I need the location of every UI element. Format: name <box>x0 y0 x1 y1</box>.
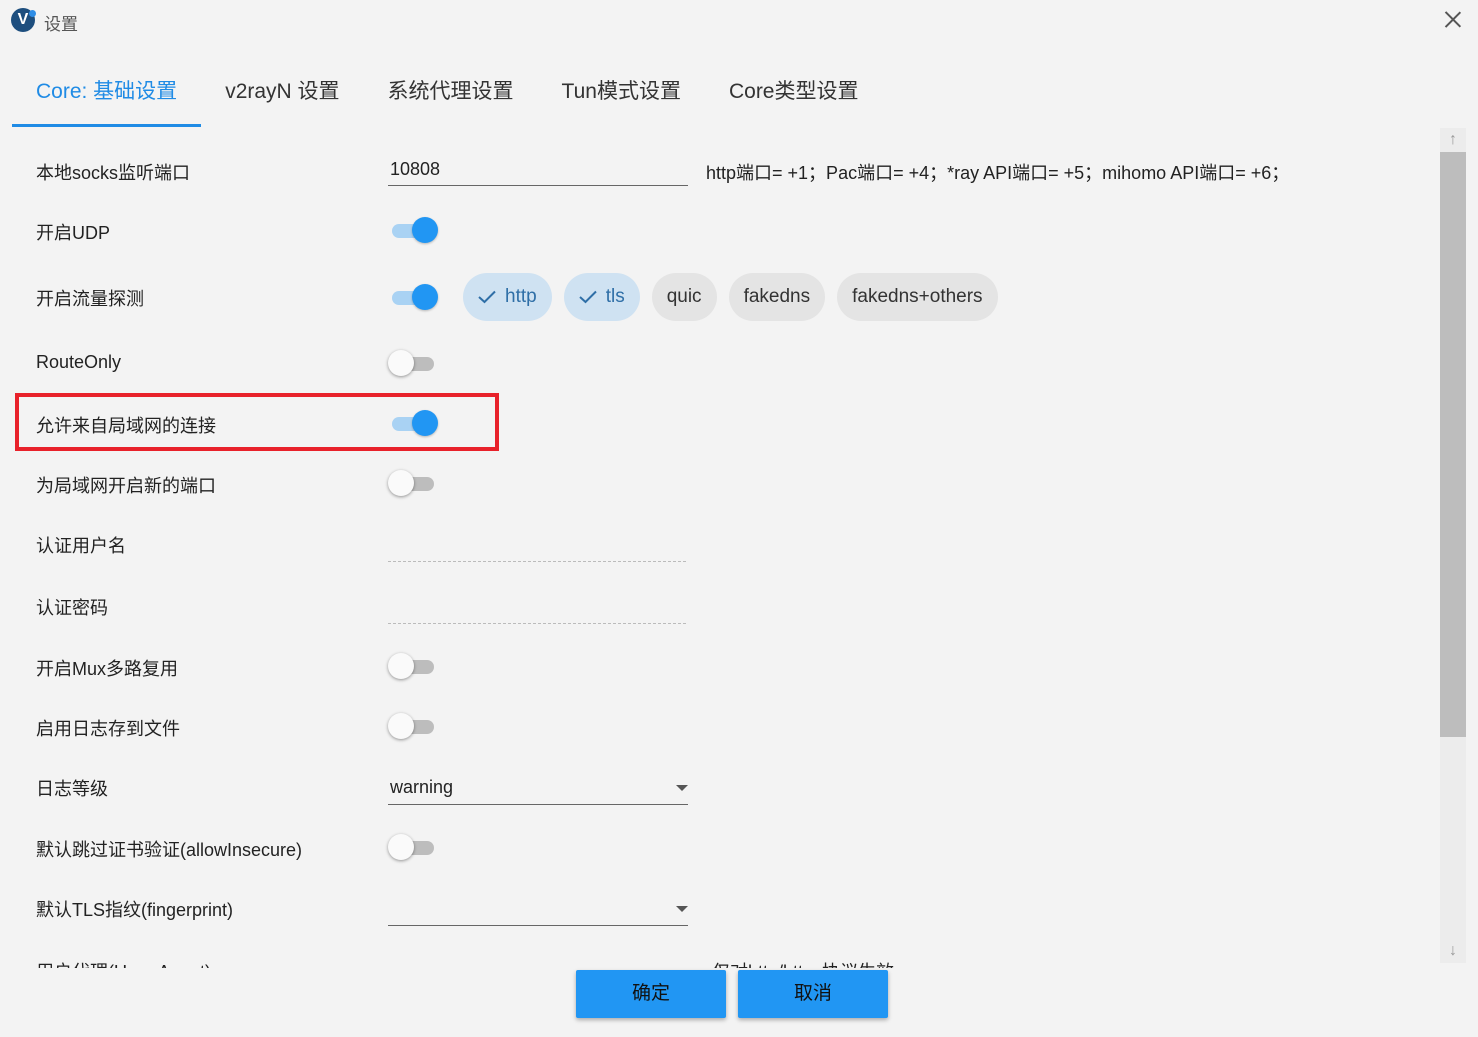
log-level-select[interactable]: warning <box>388 773 688 805</box>
socks-port-label: 本地socks监听端口 <box>36 163 191 183</box>
socks-port-input[interactable]: 10808 <box>388 156 688 186</box>
title-bar: V 设置 <box>0 0 1478 42</box>
chip-quic[interactable]: quic <box>651 273 717 321</box>
route-only-toggle[interactable] <box>388 348 436 378</box>
close-icon[interactable] <box>1442 8 1464 30</box>
highlight-box <box>15 393 499 451</box>
mux-toggle[interactable] <box>388 651 436 681</box>
auth-pass-input[interactable] <box>388 594 686 624</box>
ok-button[interactable]: 确定 <box>576 970 726 1018</box>
lan-new-port-toggle[interactable] <box>388 468 436 498</box>
sniffing-label: 开启流量探测 <box>36 289 144 309</box>
chip-label: http <box>505 286 537 307</box>
udp-label: 开启UDP <box>36 223 111 243</box>
fingerprint-label: 默认TLS指纹(fingerprint) <box>36 900 234 920</box>
log-to-file-toggle[interactable] <box>388 711 436 741</box>
scroll-up-arrow-icon[interactable]: ↑ <box>1440 128 1466 152</box>
chip-label: fakedns+others <box>852 286 983 307</box>
scroll-thumb[interactable] <box>1440 152 1466 737</box>
sniffing-chips: http tls quic fakedns fakedns+others <box>463 273 998 321</box>
log-level-label: 日志等级 <box>36 779 108 799</box>
tab-tun-mode[interactable]: Tun模式设置 <box>538 68 705 126</box>
check-icon <box>478 290 496 304</box>
tab-core-type[interactable]: Core类型设置 <box>705 68 883 126</box>
auth-user-input[interactable] <box>388 532 686 562</box>
window-title: 设置 <box>44 15 78 34</box>
sniffing-toggle[interactable] <box>388 282 438 312</box>
port-hint-text: http端口= +1；Pac端口= +4；*ray API端口= +5；miho… <box>706 163 1290 183</box>
chip-fakedns-others[interactable]: fakedns+others <box>837 273 998 321</box>
auth-pass-label: 认证密码 <box>36 598 108 618</box>
udp-toggle[interactable] <box>388 215 438 245</box>
dropdown-arrow-icon <box>676 785 688 791</box>
user-agent-label-partial: 用户代理(User-Agent) <box>36 958 211 968</box>
tab-bar: Core: 基础设置 v2rayN 设置 系统代理设置 Tun模式设置 Core… <box>12 68 883 128</box>
vertical-scrollbar[interactable]: ↑ ↓ <box>1440 128 1466 963</box>
fingerprint-select[interactable] <box>388 894 688 926</box>
scroll-down-arrow-icon[interactable]: ↓ <box>1440 939 1466 963</box>
chip-fakedns[interactable]: fakedns <box>728 273 826 321</box>
dropdown-arrow-icon <box>676 906 688 912</box>
tab-system-proxy[interactable]: 系统代理设置 <box>364 68 538 126</box>
log-level-value: warning <box>390 777 454 797</box>
log-to-file-label: 启用日志存到文件 <box>36 719 180 739</box>
chip-label: tls <box>605 286 625 307</box>
route-only-label: RouteOnly <box>36 352 122 372</box>
check-icon <box>579 290 597 304</box>
allow-insecure-label: 默认跳过证书验证(allowInsecure) <box>36 840 303 860</box>
mux-label: 开启Mux多路复用 <box>36 659 179 679</box>
cancel-button[interactable]: 取消 <box>738 970 888 1018</box>
user-agent-hint-partial: 仅对http/https协议生效 <box>712 958 894 968</box>
tab-core-basic[interactable]: Core: 基础设置 <box>12 68 202 127</box>
tab-v2rayn[interactable]: v2rayN 设置 <box>201 68 363 126</box>
chip-http[interactable]: http <box>463 273 552 321</box>
chip-label: fakedns <box>743 286 811 307</box>
settings-panel: 本地socks监听端口 10808 http端口= +1；Pac端口= +4；*… <box>0 128 1438 963</box>
chip-label: quic <box>666 286 702 307</box>
app-logo-icon: V <box>11 8 36 32</box>
lan-new-port-label: 为局域网开启新的端口 <box>36 476 216 496</box>
allow-insecure-toggle[interactable] <box>388 832 436 862</box>
chip-tls[interactable]: tls <box>563 273 640 321</box>
auth-user-label: 认证用户名 <box>36 536 126 556</box>
